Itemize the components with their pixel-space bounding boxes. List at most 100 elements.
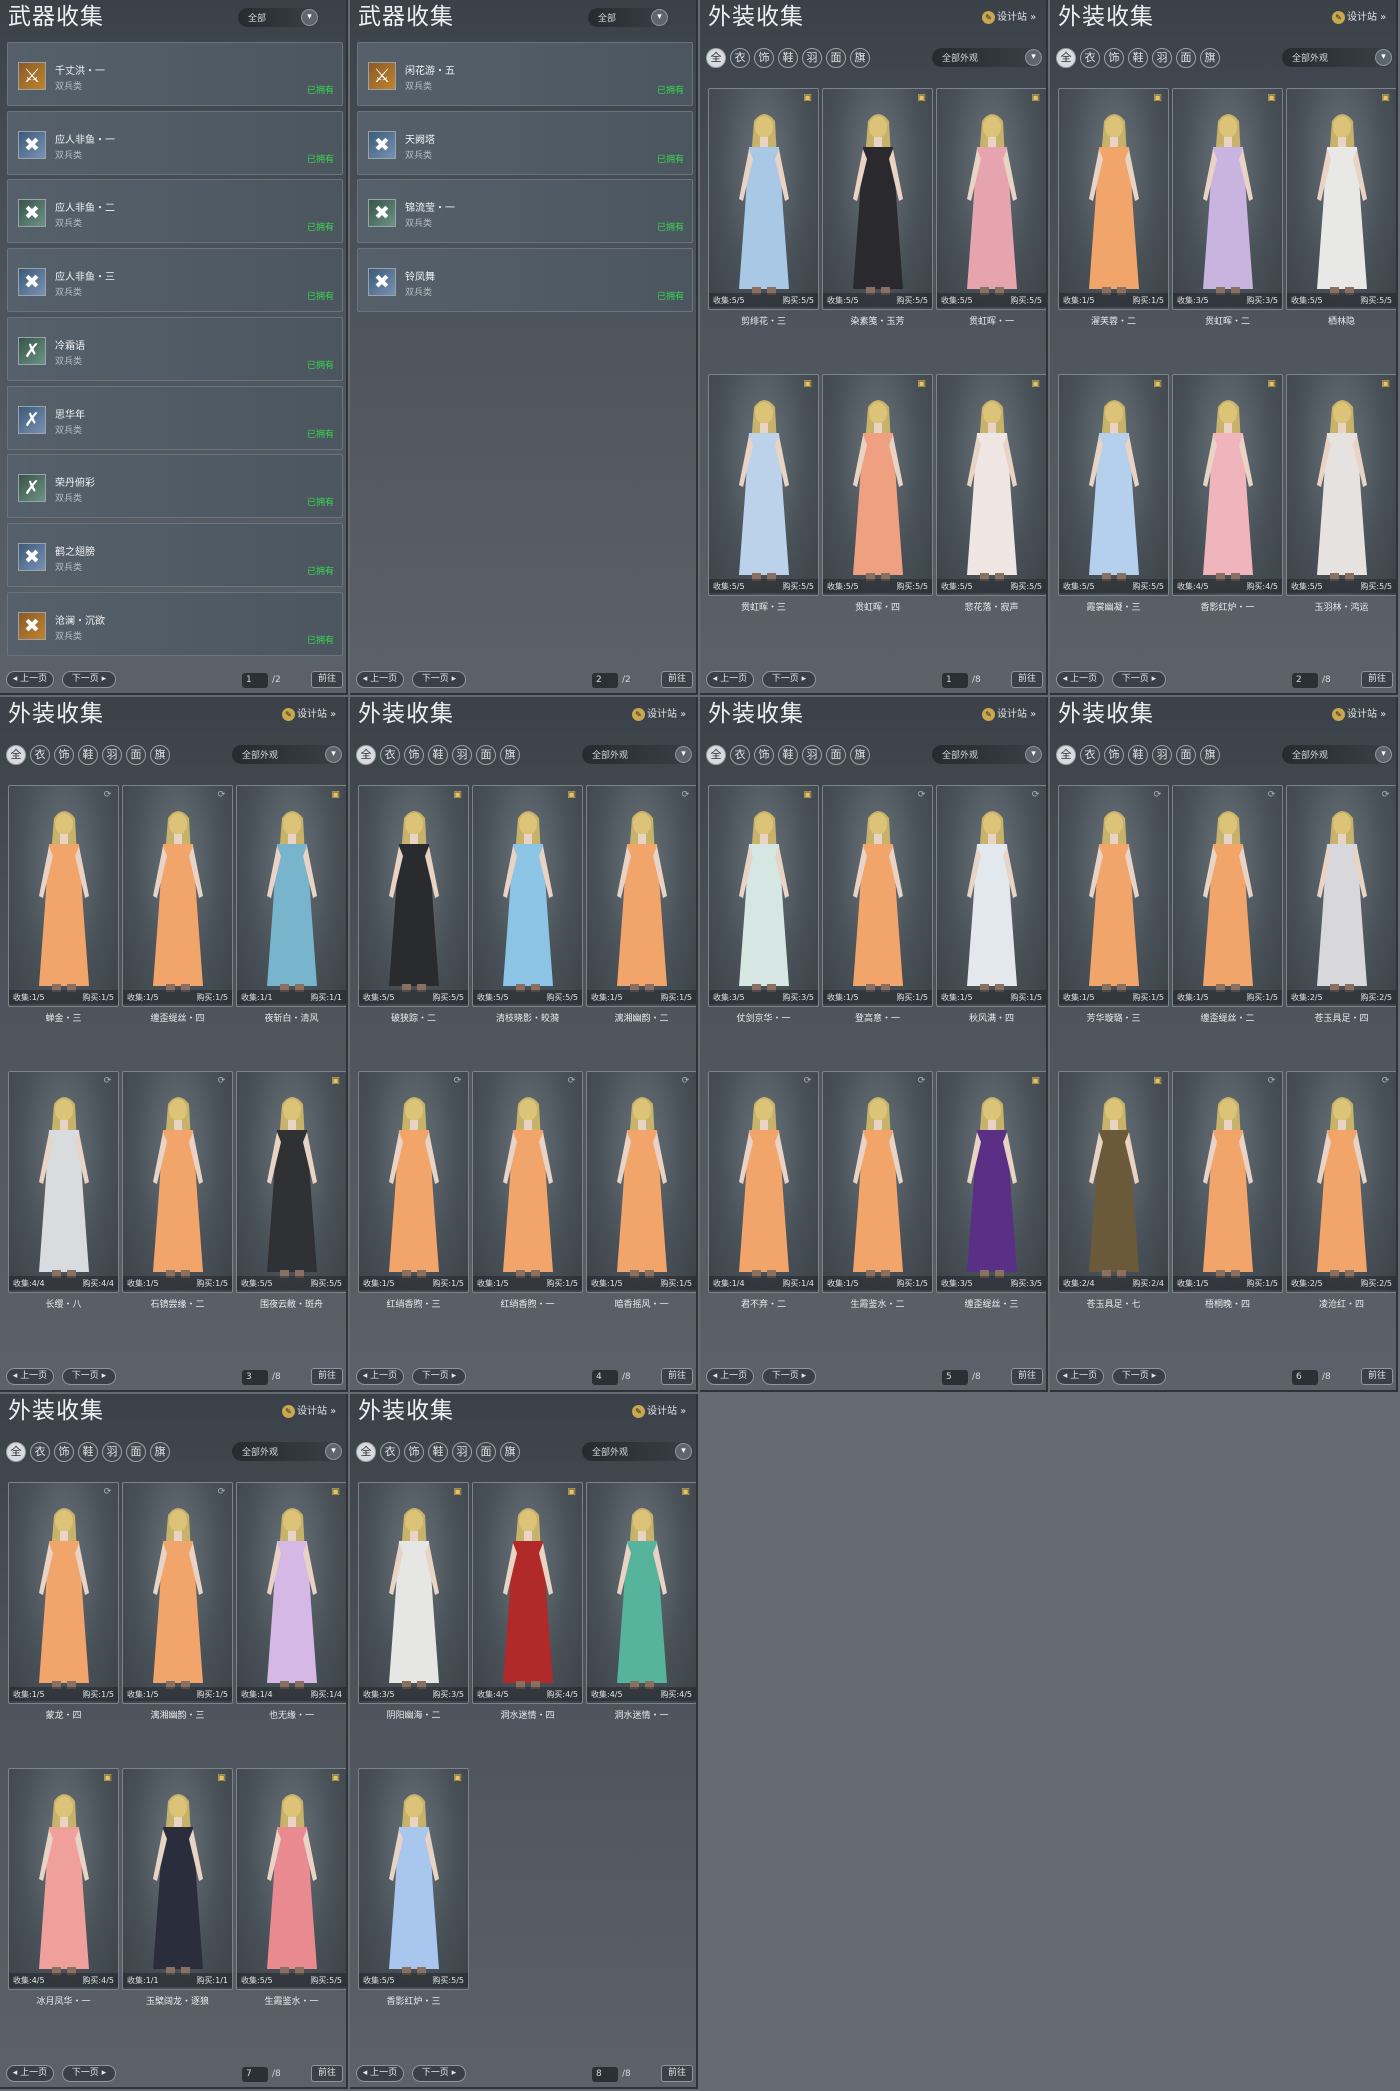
outfit-card[interactable]: ▣ 收集:5/5 购买:5/5 [708,374,819,596]
weapon-list-item[interactable]: ✖ 天阙塔 双兵类 已拥有 [357,110,693,175]
jump-button[interactable]: 前往 [1361,1368,1393,1385]
wardrobe-icon[interactable]: ▣ [916,379,927,390]
outfit-card[interactable]: ⟳ 收集:1/5 购买:1/5 [122,1071,233,1293]
outfit-card[interactable]: ⟳ 收集:1/5 购买:1/5 [936,785,1046,1007]
weapon-list-item[interactable]: ✗ 思华年 双兵类 已拥有 [7,385,343,450]
wardrobe-icon[interactable]: ▣ [916,93,927,104]
filter-category-icon[interactable]: 旗 [150,1442,170,1462]
outfit-card[interactable]: ▣ 收集:3/5 购买:3/5 [1172,88,1283,310]
next-page-button[interactable]: 下一页 ▸ [412,1368,466,1385]
outfit-card[interactable]: ▣ 收集:3/5 购买:3/5 [708,785,819,1007]
next-page-button[interactable]: 下一页 ▸ [1112,671,1166,688]
wardrobe-icon[interactable]: ⟳ [916,1076,927,1087]
wardrobe-icon[interactable]: ▣ [330,1773,341,1784]
outfit-card[interactable]: ▣ 收集:5/5 购买:5/5 [472,785,583,1007]
jump-button[interactable]: 前往 [311,671,343,688]
weapon-list-item[interactable]: ✗ 荣丹俯彩 双兵类 已拥有 [7,454,343,519]
filter-category-icon[interactable]: 羽 [102,745,122,765]
filter-category-icon[interactable]: 衣 [730,745,750,765]
design-station-link[interactable]: ✎ 设计站 » [1332,705,1386,721]
wardrobe-icon[interactable]: ▣ [102,1773,113,1784]
wardrobe-icon[interactable]: ▣ [1266,379,1277,390]
jump-button[interactable]: 前往 [1011,1368,1043,1385]
wardrobe-icon[interactable]: ▣ [566,1487,577,1498]
outfit-filter-select[interactable]: 全部外观 ▾ [232,1442,344,1461]
page-input[interactable]: 1 [242,673,268,688]
wardrobe-icon[interactable]: ▣ [802,379,813,390]
filter-category-icon[interactable]: 羽 [802,745,822,765]
prev-page-button[interactable]: ◂ 上一页 [356,2065,404,2082]
weapon-list-item[interactable]: ✗ 冷霜语 双兵类 已拥有 [7,316,343,381]
wardrobe-icon[interactable]: ⟳ [1152,790,1163,801]
weapon-filter-select[interactable]: 全部 ▾ [588,8,670,27]
jump-button[interactable]: 前往 [661,671,693,688]
outfit-card[interactable]: ▣ 收集:5/5 购买:5/5 [822,88,933,310]
outfit-card[interactable]: ⟳ 收集:2/5 购买:2/5 [1286,1071,1396,1293]
prev-page-button[interactable]: ◂ 上一页 [6,1368,54,1385]
filter-category-icon[interactable]: 旗 [1200,48,1220,68]
filter-category-icon[interactable]: 饰 [404,745,424,765]
filter-category-icon[interactable]: 鞋 [778,48,798,68]
wardrobe-icon[interactable]: ▣ [1030,379,1041,390]
outfit-card[interactable]: ⟳ 收集:4/4 购买:4/4 [8,1071,119,1293]
outfit-card[interactable]: ▣ 收集:5/5 购买:5/5 [236,1071,346,1293]
wardrobe-icon[interactable]: ⟳ [802,1076,813,1087]
outfit-card[interactable]: ⟳ 收集:1/4 购买:1/4 [708,1071,819,1293]
filter-category-icon[interactable]: 饰 [54,745,74,765]
outfit-card[interactable]: ▣ 收集:4/5 购买:4/5 [472,1482,583,1704]
outfit-card[interactable]: ▣ 收集:1/1 购买:1/1 [236,785,346,1007]
jump-button[interactable]: 前往 [661,1368,693,1385]
weapon-list-item[interactable]: ✖ 铃凤舞 双兵类 已拥有 [357,248,693,313]
outfit-card[interactable]: ▣ 收集:5/5 购买:5/5 [358,785,469,1007]
outfit-card[interactable]: ⟳ 收集:1/5 购买:1/5 [8,1482,119,1704]
outfit-filter-select[interactable]: 全部外观 ▾ [582,1442,694,1461]
wardrobe-icon[interactable]: ⟳ [680,790,691,801]
filter-category-icon[interactable]: 面 [126,745,146,765]
outfit-card[interactable]: ▣ 收集:5/5 购买:5/5 [358,1768,469,1990]
wardrobe-icon[interactable]: ⟳ [1380,1076,1391,1087]
filter-category-icon[interactable]: 全 [6,1442,26,1462]
filter-category-icon[interactable]: 衣 [380,745,400,765]
outfit-card[interactable]: ⟳ 收集:1/5 购买:1/5 [1172,785,1283,1007]
filter-category-icon[interactable]: 面 [476,745,496,765]
filter-category-icon[interactable]: 全 [356,1442,376,1462]
outfit-card[interactable]: ⟳ 收集:1/5 购买:1/5 [472,1071,583,1293]
filter-category-icon[interactable]: 羽 [1152,48,1172,68]
weapon-list-item[interactable]: ✖ 应人非鱼・二 双兵类 已拥有 [7,179,343,244]
wardrobe-icon[interactable]: ▣ [1030,93,1041,104]
filter-category-icon[interactable]: 全 [356,745,376,765]
weapon-list-item[interactable]: ✖ 应人非鱼・一 双兵类 已拥有 [7,110,343,175]
filter-category-icon[interactable]: 饰 [54,1442,74,1462]
page-input[interactable]: 8 [592,2067,618,2082]
prev-page-button[interactable]: ◂ 上一页 [1056,671,1104,688]
filter-category-icon[interactable]: 饰 [1104,745,1124,765]
filter-category-icon[interactable]: 旗 [1200,745,1220,765]
wardrobe-icon[interactable]: ⟳ [102,1076,113,1087]
outfit-card[interactable]: ▣ 收集:5/5 购买:5/5 [1286,88,1396,310]
wardrobe-icon[interactable]: ⟳ [1266,1076,1277,1087]
filter-category-icon[interactable]: 饰 [754,745,774,765]
prev-page-button[interactable]: ◂ 上一页 [356,671,404,688]
next-page-button[interactable]: 下一页 ▸ [412,2065,466,2082]
outfit-card[interactable]: ⟳ 收集:1/5 购买:1/5 [122,785,233,1007]
page-input[interactable]: 1 [942,673,968,688]
wardrobe-icon[interactable]: ▣ [1380,379,1391,390]
page-input[interactable]: 2 [1292,673,1318,688]
outfit-card[interactable]: ▣ 收集:4/5 购买:4/5 [586,1482,696,1704]
outfit-card[interactable]: ⟳ 收集:1/5 购买:1/5 [8,785,119,1007]
outfit-filter-select[interactable]: 全部外观 ▾ [932,745,1044,764]
outfit-filter-select[interactable]: 全部外观 ▾ [1282,48,1394,67]
outfit-filter-select[interactable]: 全部外观 ▾ [932,48,1044,67]
outfit-card[interactable]: ▣ 收集:3/5 购买:3/5 [936,1071,1046,1293]
wardrobe-icon[interactable]: ⟳ [216,1487,227,1498]
outfit-card[interactable]: ▣ 收集:4/5 购买:4/5 [8,1768,119,1990]
filter-category-icon[interactable]: 旗 [850,48,870,68]
filter-category-icon[interactable]: 面 [476,1442,496,1462]
design-station-link[interactable]: ✎ 设计站 » [282,705,336,721]
page-input[interactable]: 7 [242,2067,268,2082]
design-station-link[interactable]: ✎ 设计站 » [632,705,686,721]
design-station-link[interactable]: ✎ 设计站 » [1332,8,1386,24]
page-input[interactable]: 4 [592,1370,618,1385]
weapon-list-item[interactable]: ✖ 锦流莹・一 双兵类 已拥有 [357,179,693,244]
filter-category-icon[interactable]: 饰 [754,48,774,68]
